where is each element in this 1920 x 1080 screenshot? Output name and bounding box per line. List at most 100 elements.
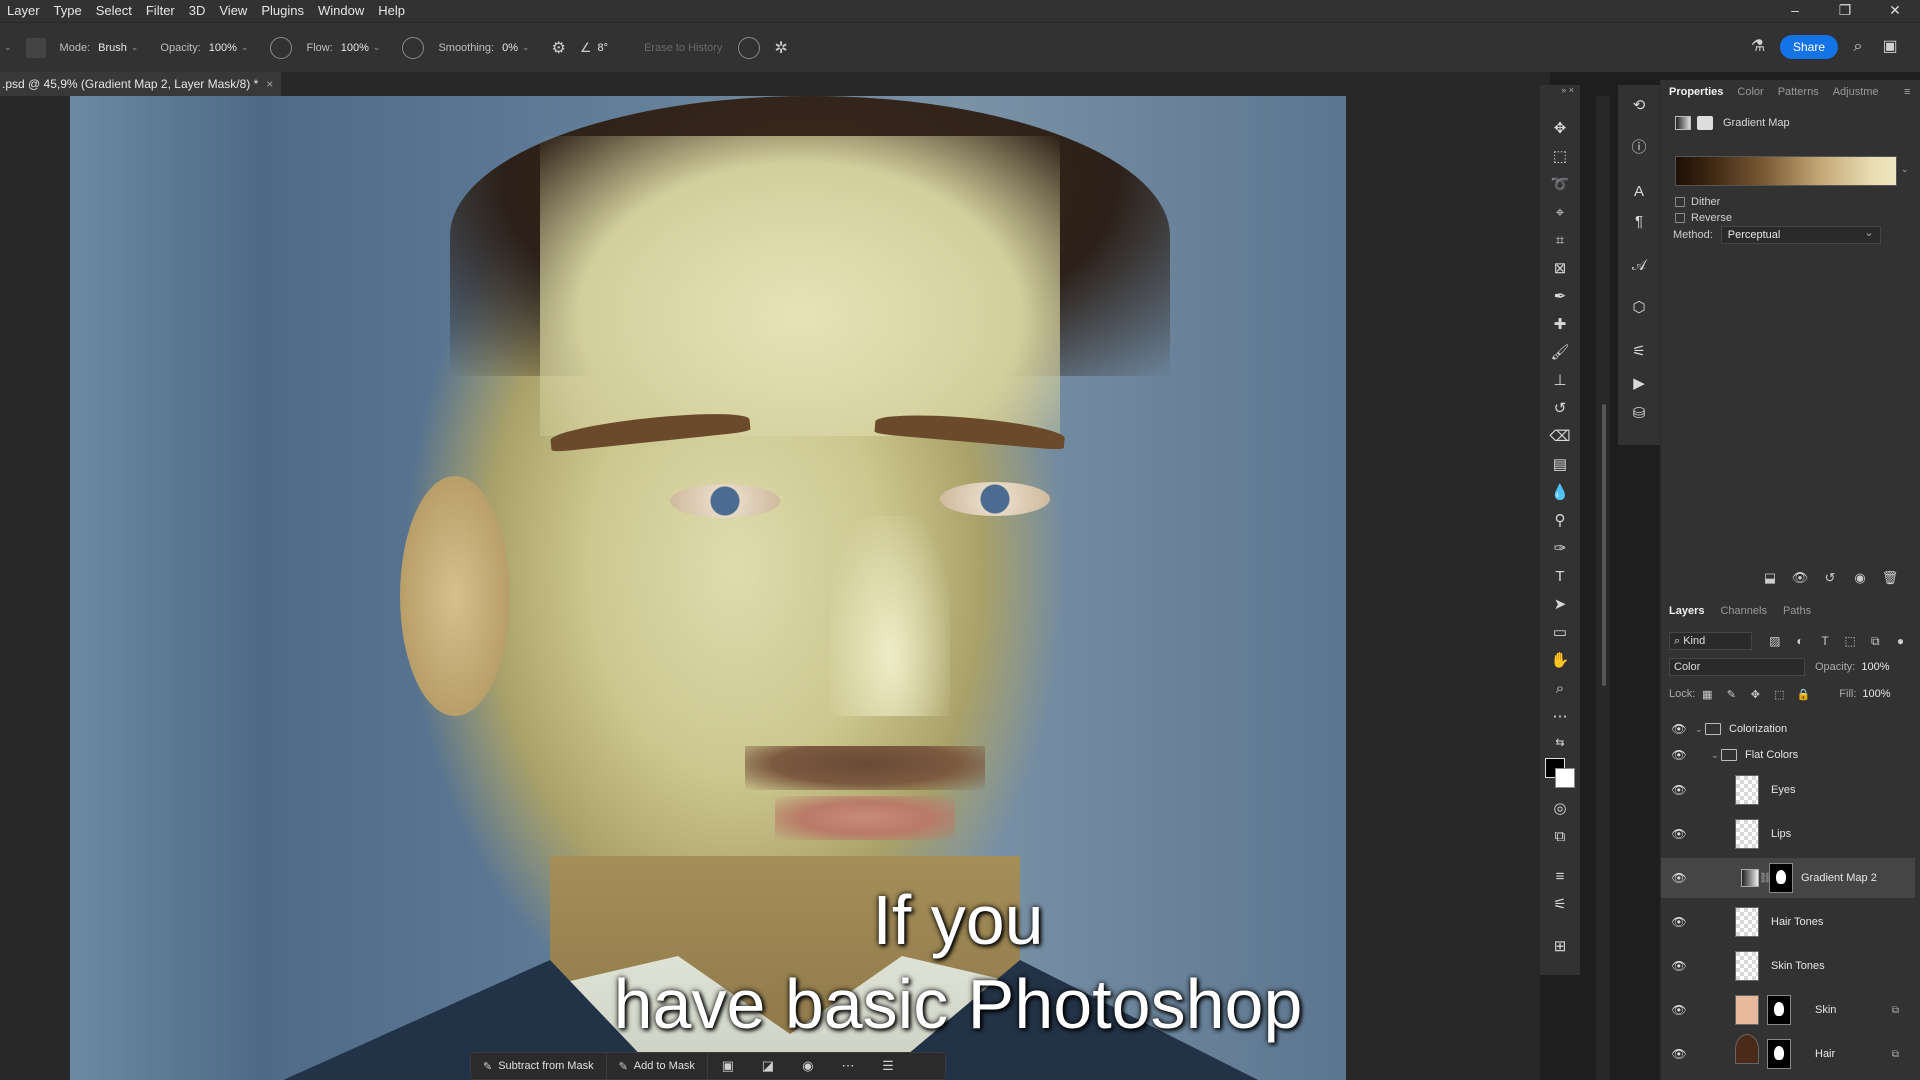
angle-input[interactable]: 8° (598, 42, 609, 54)
crop-tool-icon[interactable]: ⌗ (1548, 229, 1572, 253)
tab-layers[interactable]: Layers (1669, 605, 1704, 617)
lock-artboard-icon[interactable]: ⬚ (1767, 688, 1791, 701)
lock-image-icon[interactable]: ✎ (1719, 688, 1743, 701)
layer-lips[interactable]: 👁 Lips (1661, 814, 1915, 854)
symmetry-icon[interactable]: ✲ (774, 38, 787, 58)
layer-gradient-map-2[interactable]: 👁 ⛓ Gradient Map 2 (1661, 858, 1915, 898)
layer-mask-icon[interactable] (1697, 116, 1713, 130)
eraser-tool-icon[interactable]: ⌫ (1548, 425, 1572, 449)
eye-icon[interactable]: 👁 (1671, 1047, 1687, 1061)
opacity-dropdown-icon[interactable]: ⌄ (241, 42, 249, 53)
gradient-tool-icon[interactable]: ▤ (1548, 453, 1572, 477)
menu-plugins[interactable]: Plugins (254, 0, 311, 22)
layer-mask-thumbnail[interactable] (1767, 995, 1791, 1025)
flask-icon[interactable]: ⚗ (1748, 37, 1768, 57)
eye-icon[interactable]: 👁 (1671, 827, 1687, 841)
move-tool-icon[interactable]: ✥ (1548, 117, 1572, 141)
filter-toggle-icon[interactable]: ● (1888, 634, 1913, 648)
eye-icon[interactable]: 👁 (1671, 915, 1687, 929)
quick-mask-icon[interactable]: ◎ (1548, 797, 1572, 821)
menu-view[interactable]: View (212, 0, 254, 22)
filter-type-icon[interactable]: T (1813, 634, 1838, 648)
portrait-photo[interactable] (70, 96, 1346, 1080)
gradient-picker[interactable] (1675, 156, 1897, 186)
history-icon[interactable]: ⟲ (1628, 95, 1650, 117)
background-color-swatch[interactable] (1555, 768, 1575, 788)
settings-sliders-icon[interactable]: ☰ (868, 1058, 908, 1074)
restore-button[interactable]: ❐ (1820, 0, 1870, 22)
menu-help[interactable]: Help (371, 0, 412, 22)
tab-paths[interactable]: Paths (1783, 605, 1811, 617)
pressure-opacity-icon[interactable] (270, 36, 293, 59)
screen-mode-icon[interactable]: ⧉ (1548, 825, 1572, 849)
layer-skin[interactable]: 👁 Skin ⧉ (1661, 990, 1915, 1030)
pressure-size-icon[interactable] (738, 36, 761, 59)
blur-tool-icon[interactable]: 💧 (1548, 481, 1572, 505)
3d-cube-icon[interactable]: ⬡ (1628, 297, 1650, 319)
layer-flat-colors[interactable]: 👁 ⌄ Flat Colors (1661, 742, 1915, 768)
lock-all-icon[interactable]: 🔒 (1791, 688, 1815, 701)
invert-mask-icon[interactable]: ◪ (748, 1058, 788, 1074)
eye-icon[interactable]: 👁 (1671, 722, 1687, 736)
method-select[interactable]: Perceptual (1720, 225, 1881, 244)
menu-window[interactable]: Window (311, 0, 371, 22)
eraser-tool-preset-icon[interactable] (25, 37, 46, 58)
mode-select[interactable]: Brush (98, 42, 127, 54)
close-tab-icon[interactable]: × (266, 77, 273, 91)
adjustments-shortcut-icon[interactable]: ⚟ (1548, 893, 1572, 917)
eye-icon[interactable]: 👁 (1671, 748, 1687, 762)
eye-icon[interactable]: 👁 (1671, 1003, 1687, 1017)
glyphs-icon[interactable]: 𝒜 (1628, 255, 1650, 277)
layer-colorization[interactable]: 👁 ⌄ Colorization (1661, 716, 1915, 742)
menu-filter[interactable]: Filter (139, 0, 182, 22)
add-to-mask-button[interactable]: ✎ Add to Mask (607, 1052, 708, 1080)
swap-colors-icon[interactable]: ⇆ (1548, 731, 1572, 755)
menu-3d[interactable]: 3D (182, 0, 213, 22)
layer-mask-thumbnail[interactable] (1767, 1039, 1791, 1069)
visibility-icon[interactable]: ◉ (788, 1058, 828, 1074)
layer-skin-tones[interactable]: 👁 Skin Tones (1661, 946, 1915, 986)
eye-icon[interactable]: 👁 (1671, 783, 1687, 797)
close-window-button[interactable]: ✕ (1870, 0, 1920, 22)
brush-tool-icon[interactable]: 🖌 (1548, 341, 1572, 365)
lasso-tool-icon[interactable]: ➰ (1548, 173, 1572, 197)
clone-source-icon[interactable]: ⛁ (1628, 403, 1650, 425)
search-icon[interactable]: ⌕ (1848, 37, 1868, 57)
canvas-area[interactable] (0, 96, 1540, 1080)
menu-type[interactable]: Type (47, 0, 89, 22)
delete-adjustment-icon[interactable]: 🗑 (1875, 570, 1905, 586)
more-options-icon[interactable]: ⋯ (828, 1058, 868, 1074)
paragraph-icon[interactable]: ¶ (1628, 211, 1650, 233)
document-tab[interactable]: .psd @ 45,9% (Gradient Map 2, Layer Mask… (0, 72, 282, 96)
airbrush-icon[interactable] (402, 36, 425, 59)
layer-shortcut-icon[interactable]: ⊞ (1548, 935, 1572, 959)
tools-collapse-icon[interactable]: » × (1540, 85, 1580, 101)
eyedropper-tool-icon[interactable]: ✒ (1548, 285, 1572, 309)
layer-hair[interactable]: 👁 Hair ⧉ (1661, 1034, 1915, 1074)
minimize-button[interactable]: – (1770, 0, 1820, 22)
layer-hair-tones[interactable]: 👁 Hair Tones (1661, 902, 1915, 942)
layer-mask-thumbnail[interactable] (1769, 863, 1793, 893)
rectangle-tool-icon[interactable]: ▭ (1548, 621, 1572, 645)
erase-to-history-toggle[interactable]: Erase to History (644, 42, 722, 54)
filter-smart-object-icon[interactable]: ⧉ (1863, 634, 1888, 649)
healing-brush-tool-icon[interactable]: ✚ (1548, 313, 1572, 337)
blend-mode-select[interactable]: Color (1669, 658, 1805, 676)
lock-position-icon[interactable]: ✥ (1743, 688, 1767, 701)
edit-toolbar-icon[interactable]: ⋯ (1548, 705, 1572, 729)
frame-tool-icon[interactable]: ⊠ (1548, 257, 1572, 281)
share-button[interactable]: Share (1780, 35, 1838, 59)
fill-input[interactable]: 100% (1862, 688, 1890, 700)
brush-settings-icon[interactable]: ⚟ (1628, 341, 1650, 363)
smoothing-dropdown-icon[interactable]: ⌄ (522, 42, 530, 53)
tab-color[interactable]: Color (1737, 86, 1763, 98)
tool-preset-chevron-icon[interactable]: ⌄ (4, 42, 12, 53)
character-icon[interactable]: A (1628, 181, 1650, 203)
actions-play-icon[interactable]: ▶ (1628, 373, 1650, 395)
lock-transparent-icon[interactable]: ▦ (1695, 688, 1719, 701)
chevron-down-icon[interactable]: ⌄ (1711, 750, 1719, 761)
tab-properties[interactable]: Properties (1669, 86, 1723, 98)
reverse-box[interactable] (1675, 213, 1685, 223)
flow-dropdown-icon[interactable]: ⌄ (373, 42, 381, 53)
toggle-visibility-icon[interactable]: ◉ (1845, 570, 1875, 586)
